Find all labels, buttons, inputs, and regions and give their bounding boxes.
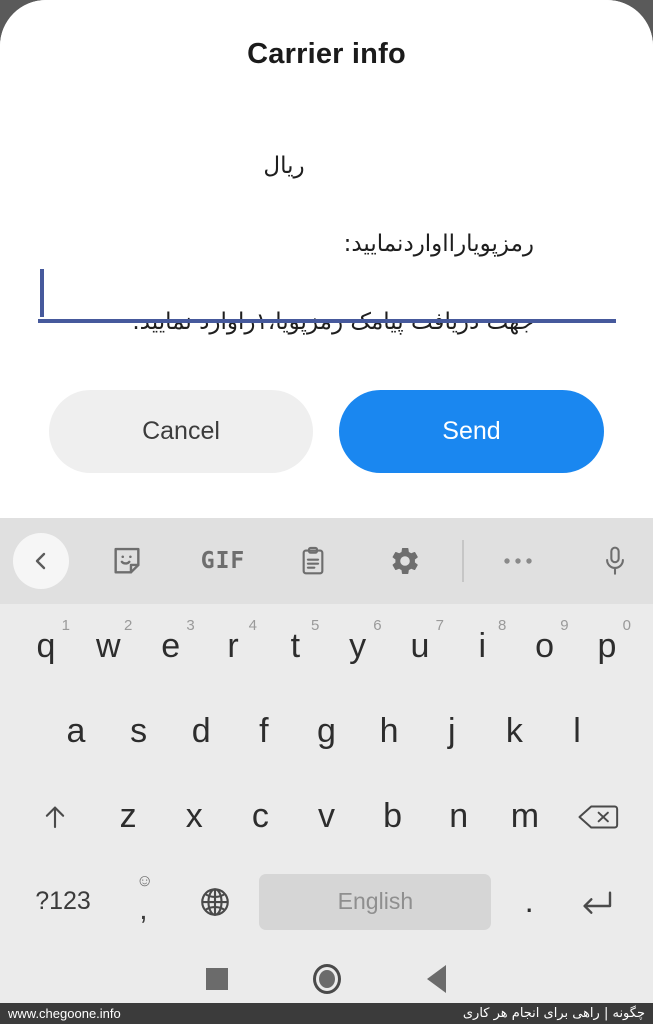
key-r-number: 4 — [248, 616, 257, 634]
enter-key[interactable] — [567, 865, 633, 939]
key-d[interactable]: d — [175, 695, 227, 769]
keyboard-toolbar: GIF — [0, 518, 653, 604]
input-underline — [38, 319, 616, 323]
key-o-number: 9 — [560, 616, 569, 634]
home-button[interactable] — [272, 964, 382, 994]
shift-key[interactable] — [22, 780, 88, 854]
system-navigation-bar — [0, 955, 653, 1003]
key-q-number: 1 — [61, 616, 70, 634]
key-o[interactable]: 9 o — [519, 610, 571, 684]
footer-website-url: www.chegoone.info — [8, 1006, 121, 1021]
clipboard-icon[interactable] — [290, 538, 336, 584]
carrier-code-field-wrapper[interactable] — [38, 265, 616, 323]
key-j[interactable]: j — [426, 695, 478, 769]
text-cursor — [40, 269, 44, 317]
message-line-1: ریال — [263, 153, 305, 179]
key-u-label: u — [410, 627, 430, 665]
key-a[interactable]: a — [50, 695, 102, 769]
key-s[interactable]: s — [113, 695, 165, 769]
key-r-label: r — [227, 627, 239, 665]
dialog-message: ریال رمزپویارااواردنمایید: جهت دریافت پی… — [34, 108, 534, 381]
three-dots-icon[interactable] — [495, 538, 541, 584]
key-e[interactable]: 3 e — [145, 610, 197, 684]
space-key[interactable]: English — [259, 873, 492, 930]
key-t-number: 5 — [310, 616, 320, 634]
keyboard-row-3: z x c v b n m — [0, 774, 653, 859]
keyboard-key-rows: 1 q 2 w 3 e 4 r 5 t 6 y 7 u 8 i 9 o 0 p … — [0, 604, 653, 955]
key-g[interactable]: g — [301, 695, 353, 769]
key-w-label: w — [96, 627, 121, 665]
dialog-actions: Cancel Send — [0, 390, 653, 476]
circle-home-icon — [312, 964, 341, 994]
key-y-number: 6 — [373, 616, 382, 634]
on-screen-keyboard: GIF 1 q 2 w 3 e 4 r 5 t 6 y 7 u 8 i 9 o … — [0, 518, 653, 955]
key-p-number: 0 — [622, 616, 631, 634]
page-title: Carrier info — [247, 38, 406, 70]
comma-label: , — [139, 892, 148, 926]
globe-icon[interactable] — [182, 865, 248, 939]
microphone-icon[interactable] — [592, 538, 638, 584]
key-t-label: t — [290, 627, 301, 665]
emoji-smiley-icon: ☺ — [135, 870, 154, 890]
key-q-label: q — [36, 627, 56, 665]
gear-icon[interactable] — [382, 538, 428, 584]
square-recents-icon — [205, 968, 228, 990]
device-screen: Carrier info ریال رمزپویارااواردنمایید: … — [0, 0, 653, 1003]
key-m[interactable]: m — [499, 780, 551, 854]
key-e-label: e — [161, 627, 181, 665]
key-c[interactable]: c — [234, 780, 286, 854]
sticker-icon[interactable] — [104, 538, 150, 584]
keyboard-row-4: ?123 ☺ , English . — [0, 859, 653, 944]
key-k[interactable]: k — [488, 695, 540, 769]
key-y[interactable]: 6 y — [332, 610, 384, 684]
triangle-back-icon — [427, 965, 446, 993]
key-l[interactable]: l — [551, 695, 603, 769]
key-o-label: o — [535, 627, 555, 665]
key-p-label: p — [597, 627, 617, 665]
key-h[interactable]: h — [363, 695, 415, 769]
carrier-code-input[interactable] — [38, 265, 616, 319]
key-i-number: 8 — [497, 616, 507, 634]
toolbar-divider — [462, 540, 464, 582]
backspace-key[interactable] — [565, 780, 631, 854]
key-x[interactable]: x — [168, 780, 220, 854]
key-y-label: y — [349, 627, 367, 665]
key-t[interactable]: 5 t — [269, 610, 321, 684]
key-v[interactable]: v — [301, 780, 353, 854]
phone-screenshot: Carrier info ریال رمزپویارااواردنمایید: … — [0, 0, 653, 1024]
key-e-number: 3 — [186, 616, 195, 634]
key-q[interactable]: 1 q — [20, 610, 72, 684]
key-f[interactable]: f — [238, 695, 290, 769]
watermark-footer: www.chegoone.info چگونه | راهی برای انجا… — [0, 1003, 653, 1024]
key-w-number: 2 — [123, 616, 133, 634]
key-r[interactable]: 4 r — [207, 610, 259, 684]
recents-button[interactable] — [162, 968, 272, 990]
keyboard-row-1: 1 q 2 w 3 e 4 r 5 t 6 y 7 u 8 i 9 o 0 p — [0, 604, 653, 689]
symbols-key[interactable]: ?123 — [20, 865, 106, 939]
comma-emoji-key[interactable]: ☺ , — [118, 865, 170, 939]
back-chevron-icon[interactable] — [13, 533, 69, 589]
back-button[interactable] — [382, 965, 492, 993]
carrier-info-dialog: Carrier info ریال رمزپویارااواردنمایید: … — [0, 0, 653, 518]
message-line-2: رمزپویارااواردنمایید: — [343, 231, 534, 257]
key-u[interactable]: 7 u — [394, 610, 446, 684]
key-n[interactable]: n — [433, 780, 485, 854]
keyboard-row-2: a s d f g h j k l — [0, 689, 653, 774]
key-p[interactable]: 0 p — [581, 610, 633, 684]
key-z[interactable]: z — [102, 780, 154, 854]
key-i-label: i — [478, 627, 487, 665]
key-i[interactable]: 8 i — [456, 610, 508, 684]
footer-tagline: چگونه | راهی برای انجام هر کاری — [462, 1006, 645, 1021]
key-b[interactable]: b — [367, 780, 419, 854]
key-u-number: 7 — [435, 616, 444, 634]
period-key[interactable]: . — [503, 865, 555, 939]
key-w[interactable]: 2 w — [82, 610, 134, 684]
send-button[interactable]: Send — [339, 390, 604, 473]
cancel-button[interactable]: Cancel — [49, 390, 313, 473]
gif-icon[interactable]: GIF — [192, 541, 254, 581]
